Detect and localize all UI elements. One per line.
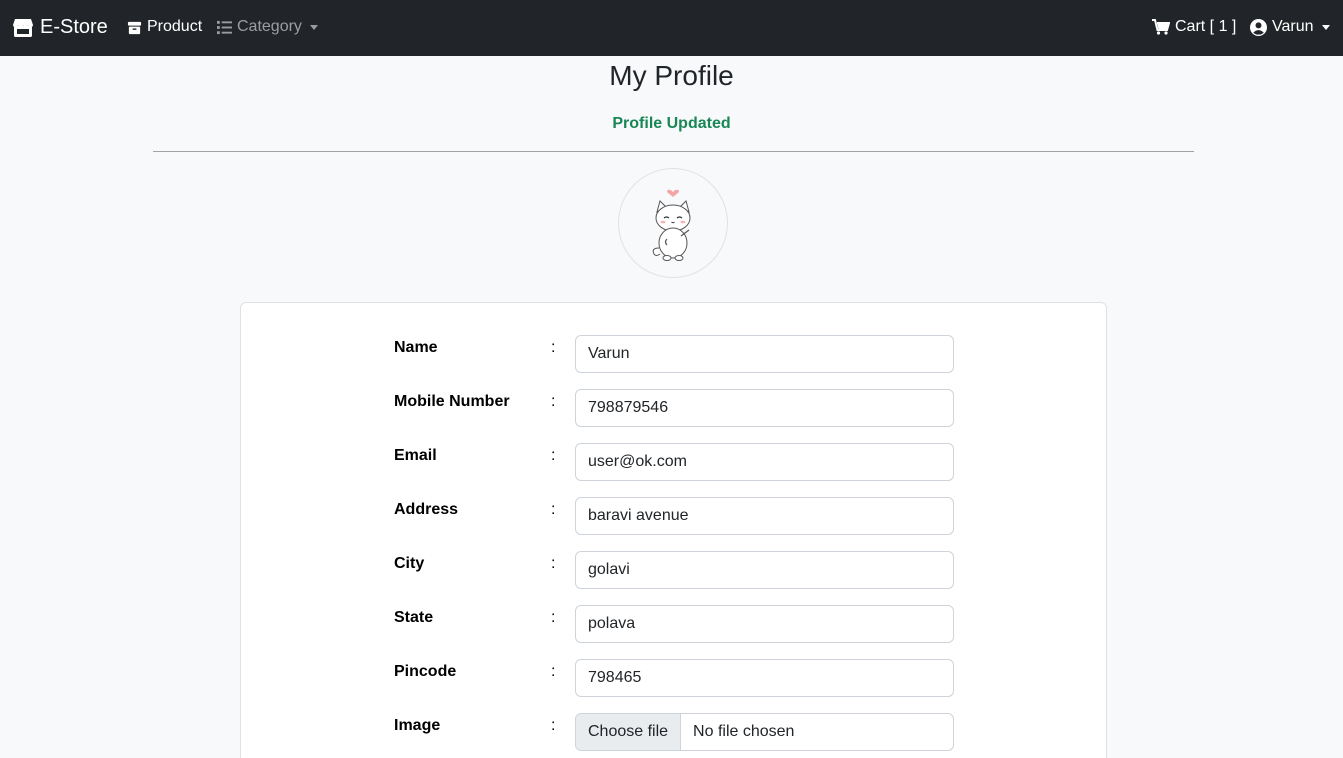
nav-category-label: Category	[237, 18, 302, 35]
field-colon: :	[551, 393, 556, 410]
list-icon	[217, 20, 232, 34]
nav-user-dropdown[interactable]: Varun	[1250, 18, 1330, 36]
city-input[interactable]	[575, 551, 954, 589]
nav-product-label: Product	[147, 18, 203, 35]
divider	[153, 151, 1194, 152]
nav-cart[interactable]: Cart [ 1 ]	[1152, 18, 1236, 36]
address-input[interactable]	[575, 497, 954, 535]
email-input[interactable]	[575, 443, 954, 481]
cat-avatar-icon	[652, 189, 691, 261]
mobile-number-input[interactable]	[575, 389, 954, 427]
top-navbar: E-Store Product Category Cart [ 1 ] Varu…	[0, 0, 1343, 56]
email-label: Email	[394, 447, 437, 464]
pincode-label: Pincode	[394, 663, 457, 680]
field-colon: :	[551, 501, 556, 518]
image-label: Image	[394, 717, 441, 734]
chevron-down-icon	[1321, 24, 1330, 30]
box-icon	[127, 21, 142, 34]
pincode-input[interactable]	[575, 659, 954, 697]
nav-category-dropdown[interactable]: Category	[217, 18, 318, 36]
brand-link[interactable]: E-Store	[12, 16, 108, 39]
address-label: Address	[394, 501, 459, 518]
store-icon	[13, 18, 33, 37]
mobile-number-label: Mobile Number	[394, 393, 510, 410]
avatar	[618, 168, 728, 278]
choose-file-button[interactable]: Choose file	[576, 714, 682, 750]
field-colon: :	[551, 339, 556, 356]
image-file-input[interactable]: Choose file No file chosen	[575, 713, 954, 751]
state-label: State	[394, 609, 434, 626]
name-input[interactable]	[575, 335, 954, 373]
field-colon: :	[551, 609, 556, 626]
state-input[interactable]	[575, 605, 954, 643]
field-colon: :	[551, 447, 556, 464]
file-status-text: No file chosen	[693, 723, 795, 740]
city-label: City	[394, 555, 425, 572]
field-colon: :	[551, 663, 556, 680]
brand-label: E-Store	[40, 16, 108, 38]
user-label: Varun	[1272, 18, 1314, 35]
field-colon: :	[551, 555, 556, 572]
user-circle-icon	[1250, 18, 1267, 36]
cart-icon	[1152, 19, 1170, 35]
cart-label: Cart [ 1 ]	[1175, 18, 1237, 35]
chevron-down-icon	[309, 24, 318, 30]
field-colon: :	[551, 717, 556, 734]
page-title: My Profile	[609, 60, 734, 91]
name-label: Name	[394, 339, 438, 356]
status-message: Profile Updated	[612, 115, 731, 132]
nav-product[interactable]: Product	[127, 18, 202, 36]
